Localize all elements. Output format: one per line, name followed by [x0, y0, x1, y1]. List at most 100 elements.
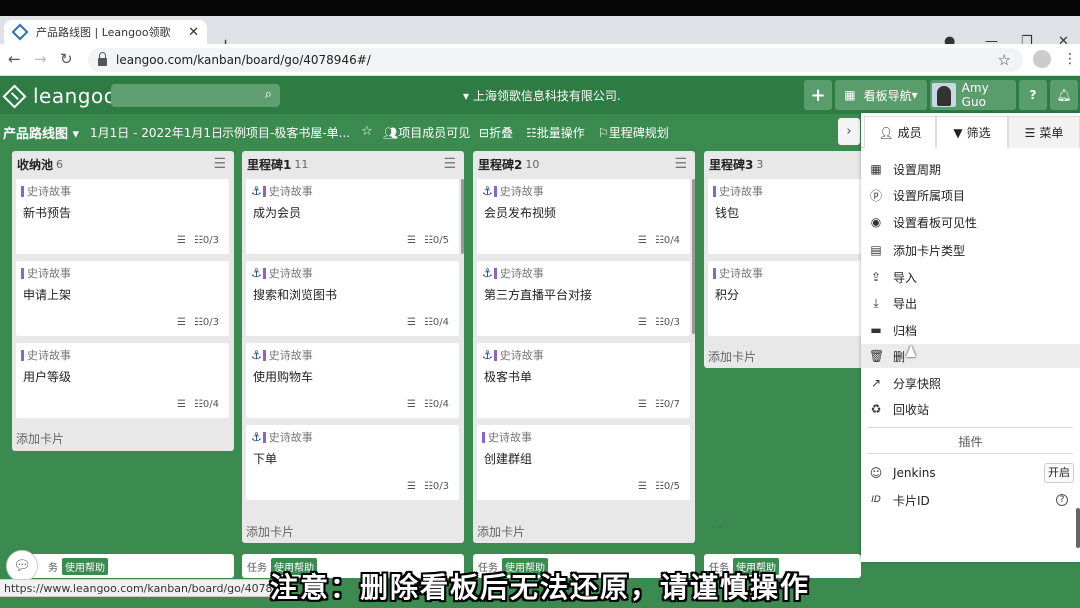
- menu-item-delete[interactable]: 🗑︎ 删: [861, 344, 1080, 368]
- card-task-count: ☰ ☷0/4: [176, 399, 219, 410]
- board-title[interactable]: 产品路线图 ▾: [3, 123, 79, 142]
- card-title: 第三方直播平台对接: [484, 288, 593, 302]
- card[interactable]: ⚓ 史诗故事 会员发布视频 ☰ ☷0/4: [477, 179, 690, 254]
- notification-bell-icon[interactable]: 🔔︎: [1050, 80, 1078, 110]
- add-card-button[interactable]: 添加卡片⌃: [246, 523, 494, 540]
- close-tab-icon[interactable]: ✕: [188, 25, 199, 40]
- board-search-input[interactable]: ⌕: [111, 84, 280, 107]
- epic-color-bar: [21, 349, 24, 361]
- anchor-icon: ⚓: [482, 348, 493, 362]
- visibility-button[interactable]: 👥︎项目成员可见: [383, 124, 470, 141]
- user-menu[interactable]: Amy Guo: [930, 80, 1016, 110]
- card[interactable]: ⚓ 史诗故事 极客书单 ☰ ☷0/7: [477, 343, 690, 418]
- column-inbox: 收纳池 6 ☰ 史诗故事 新书预告 ☰ ☷0/3 史诗故事 申请上架 ☰ ☷0/3 …: [12, 151, 264, 451]
- card-type-tag: ⚓ 史诗故事: [251, 348, 313, 362]
- browser-profile-icon[interactable]: [1033, 50, 1051, 68]
- tab-menu[interactable]: ☰ 菜单: [1008, 116, 1080, 148]
- card[interactable]: 史诗故事 申请上架 ☰ ☷0/3: [16, 261, 229, 336]
- menu-item-visibility[interactable]: ◉ 设置看板可见性: [869, 210, 1074, 234]
- add-card-button[interactable]: 添加卡片⌃: [16, 430, 264, 447]
- milestone-plan-button[interactable]: ⚐里程碑规划: [598, 124, 669, 141]
- browser-tab[interactable]: 产品路线图 | Leangoo领歌 ✕: [4, 20, 207, 44]
- fold-button[interactable]: ⊟折叠: [479, 124, 513, 141]
- anchor-icon: ⚓: [251, 348, 262, 362]
- menu-item-export[interactable]: ⤓ 导出: [869, 291, 1074, 315]
- epic-color-bar: [493, 185, 497, 197]
- column-scrollbar[interactable]: [692, 179, 695, 334]
- column-milestone-2: 里程碑2 10 ☰ ⚓ 史诗故事 会员发布视频 ☰ ☷0/4 ⚓ 史诗故事 第三方直播…: [473, 151, 725, 543]
- card[interactable]: ⚓ 史诗故事 使用购物车 ☰ ☷0/4: [246, 343, 459, 418]
- menu-item-card-type[interactable]: ▤ 添加卡片类型: [869, 238, 1074, 262]
- menu-item-set-cycle[interactable]: ▦ 设置周期: [869, 157, 1074, 181]
- card[interactable]: ⚓ 史诗故事 搜索和浏览图书 ☰ ☷0/4: [246, 261, 459, 336]
- menu-item-recycle-bin[interactable]: ♻ 回收站: [869, 397, 1074, 421]
- card-type-tag: ⚓ 史诗故事: [482, 348, 544, 362]
- add-card-button[interactable]: 添加卡片: [708, 348, 756, 365]
- search-icon[interactable]: ⌕: [265, 87, 272, 102]
- recycle-icon: ♻: [870, 402, 882, 416]
- panel-scrollbar[interactable]: [1076, 508, 1080, 548]
- board-nav-button[interactable]: ▦ 看板导航 ▾: [835, 80, 927, 110]
- card-title: 积分: [715, 288, 740, 302]
- card[interactable]: 史诗故事 用户等级 ☰ ☷0/4: [16, 343, 229, 418]
- add-card-button[interactable]: 添加卡片⌃: [477, 523, 725, 540]
- add-button[interactable]: +: [804, 80, 832, 110]
- column-count: 3: [756, 157, 764, 171]
- trash-icon: 🗑︎: [869, 349, 885, 363]
- bookmark-star-icon[interactable]: ☆: [998, 51, 1011, 69]
- avatar: [932, 83, 956, 107]
- card[interactable]: 史诗故事 新书预告 ☰ ☷0/3: [16, 179, 229, 254]
- menu-item-set-project[interactable]: ⓟ 设置所属项目: [869, 183, 1074, 207]
- plugin-jenkins[interactable]: ☺ Jenkins 开启: [869, 461, 1074, 485]
- card-type-tag: 史诗故事: [21, 183, 71, 199]
- card[interactable]: ⚓ 史诗故事 第三方直播平台对接 ☰ ☷0/3: [477, 261, 690, 336]
- epic-color-bar: [493, 267, 497, 279]
- card-task-count: ☰ ☷0/3: [176, 317, 219, 328]
- board-date-range[interactable]: 1月1日 - 2022年1月1日: [90, 124, 223, 141]
- card-type-tag: ⚓ 史诗故事: [482, 266, 544, 280]
- card-task-count: ☰ ☷0/4: [637, 235, 680, 246]
- favorite-star-icon[interactable]: ☆: [361, 124, 373, 139]
- batch-operation-button[interactable]: ☷批量操作: [526, 124, 585, 141]
- epic-color-bar: [262, 185, 266, 197]
- company-name: 上海领歌信息科技有限公司.: [472, 89, 621, 103]
- menu-item-share-snapshot[interactable]: ↗ 分享快照: [869, 371, 1074, 395]
- company-selector[interactable]: ▾ 上海领歌信息科技有限公司.: [463, 87, 621, 104]
- tab-filter[interactable]: ▼ 筛选: [936, 116, 1008, 148]
- column-header[interactable]: 里程碑2 10 ☰: [473, 151, 695, 177]
- browser-menu-icon[interactable]: ⋮: [1063, 51, 1077, 67]
- leangoo-logo[interactable]: leangoo: [2, 83, 116, 109]
- help-button[interactable]: ?: [1019, 80, 1047, 110]
- lock-icon: [98, 52, 107, 66]
- column-menu-icon[interactable]: ☰: [443, 156, 456, 172]
- tab-members[interactable]: 👤︎ 成员: [864, 116, 936, 148]
- epic-color-bar: [21, 185, 24, 197]
- card[interactable]: ⚓ 史诗故事 下单 ☰ ☷0/3: [246, 425, 459, 500]
- grid-icon: ▦: [844, 88, 856, 102]
- reload-icon[interactable]: ↻: [60, 50, 73, 68]
- column-menu-icon[interactable]: ☰: [213, 156, 226, 172]
- column-menu-icon[interactable]: ☰: [674, 156, 687, 172]
- menu-item-import[interactable]: ⇪ 导入: [869, 265, 1074, 289]
- forward-icon[interactable]: →: [34, 50, 47, 68]
- plugin-toggle[interactable]: 开启: [1044, 463, 1074, 483]
- menu-icon: ☰: [1024, 125, 1036, 140]
- question-icon[interactable]: ?: [1056, 494, 1068, 506]
- card-type-tag: ⚓ 史诗故事: [482, 184, 544, 198]
- collapse-up-icon[interactable]: ⌃: [715, 523, 725, 537]
- column-scrollbar[interactable]: [461, 179, 464, 254]
- plugin-card-id[interactable]: ID 卡片ID?: [869, 488, 1074, 512]
- card-type-tag: ⚓ 史诗故事: [251, 430, 313, 444]
- address-bar: ← → ↻ leangoo.com/kanban/board/go/407894…: [0, 44, 1080, 76]
- board-project[interactable]: 示例项目-极客书屋-单...: [222, 124, 350, 141]
- card[interactable]: 史诗故事 创建群组 ☰ ☷0/5: [477, 425, 690, 500]
- back-icon[interactable]: ←: [8, 50, 21, 68]
- menu-item-archive[interactable]: ▬ 归档: [869, 318, 1074, 342]
- column-header[interactable]: 里程碑1 11 ☰: [242, 151, 464, 177]
- url-field[interactable]: leangoo.com/kanban/board/go/4078946#/ ☆: [88, 48, 1023, 72]
- column-header[interactable]: 收纳池 6 ☰: [12, 151, 234, 177]
- card-title: 成为会员: [253, 206, 302, 220]
- collapse-panel-chevron-icon[interactable]: ›: [838, 118, 860, 145]
- card-title: 新书预告: [23, 206, 72, 220]
- card[interactable]: ⚓ 史诗故事 成为会员 ☰ ☷0/5: [246, 179, 459, 254]
